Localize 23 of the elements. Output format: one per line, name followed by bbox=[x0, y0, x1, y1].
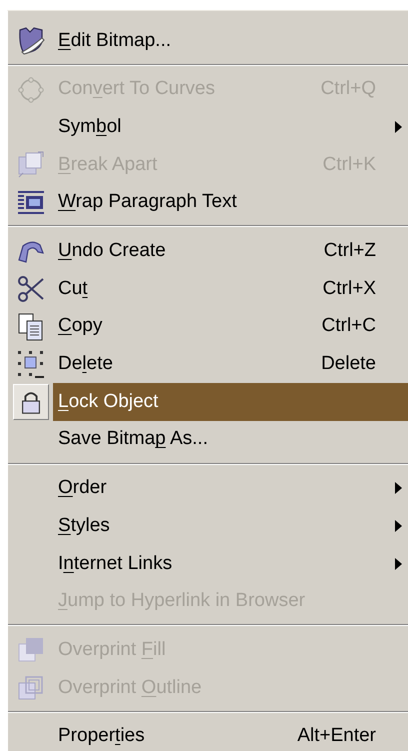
copy-icon bbox=[16, 312, 46, 342]
menu-item[interactable]: Order bbox=[8, 470, 408, 508]
selection-icon bbox=[16, 349, 46, 380]
menu-item[interactable]: Symbol bbox=[8, 108, 408, 146]
squares-icon bbox=[16, 150, 46, 180]
menu-item[interactable]: Delete Delete bbox=[8, 346, 408, 384]
menu-item[interactable]: Undo Create Ctrl+Z bbox=[8, 232, 408, 270]
shortcut-text: Ctrl+X bbox=[322, 276, 377, 301]
menu-item[interactable]: Save Bitmap As... bbox=[8, 420, 408, 459]
menu-item[interactable]: Properties Alt+Enter bbox=[8, 718, 408, 751]
shortcut-text: Ctrl+Z bbox=[324, 239, 377, 264]
menu-item[interactable]: Internet Links bbox=[8, 544, 408, 583]
scissors-icon bbox=[16, 274, 46, 304]
menu-item[interactable]: Wrap Paragraph Text bbox=[8, 184, 408, 222]
shortcut-text: Alt+Enter bbox=[297, 724, 377, 748]
menu-item[interactable]: Cut Ctrl+X bbox=[8, 270, 408, 308]
circle-nodes-icon bbox=[16, 74, 46, 105]
menu-item[interactable]: Edit Bitmap... bbox=[8, 22, 408, 60]
menu-item[interactable]: Styles bbox=[8, 507, 408, 545]
shortcut-text: Ctrl+C bbox=[322, 314, 377, 338]
menu-item[interactable]: Copy Ctrl+C bbox=[8, 308, 408, 346]
padlock-icon bbox=[12, 384, 48, 420]
shortcut-text: Delete bbox=[321, 352, 377, 376]
